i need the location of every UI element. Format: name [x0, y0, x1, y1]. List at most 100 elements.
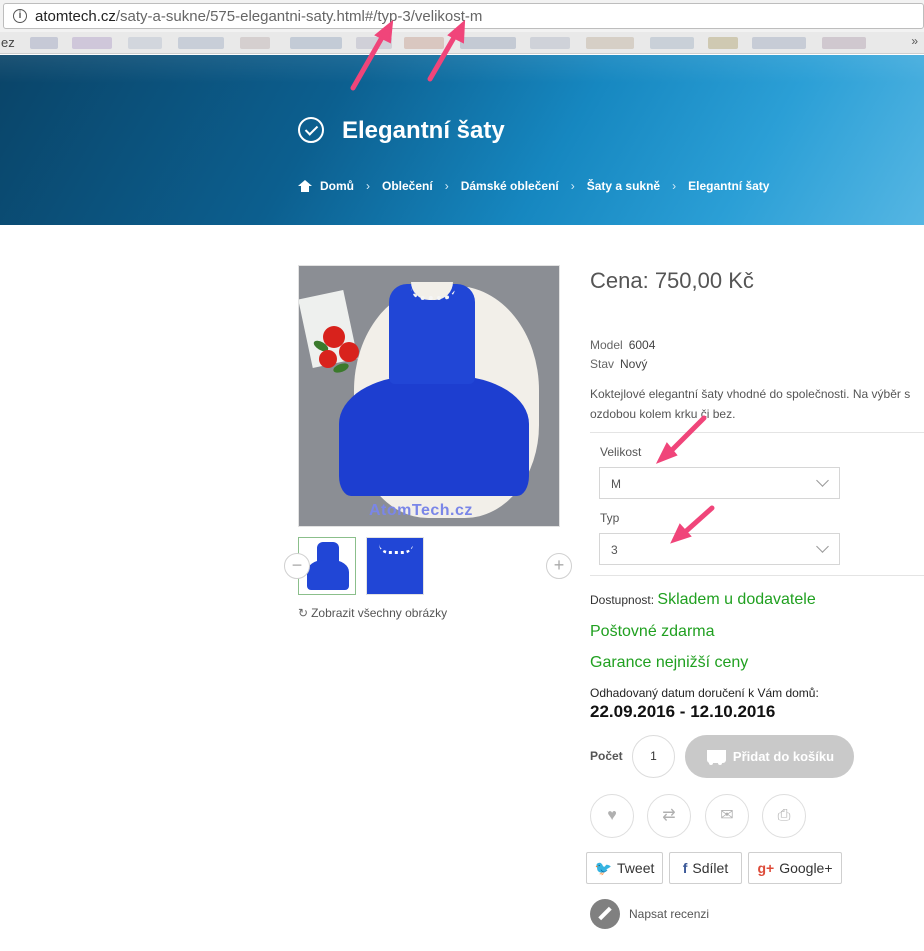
image-dress-collar [411, 288, 455, 300]
product-price: Cena: 750,00 Kč [590, 268, 754, 293]
thumbnail-collar [379, 544, 413, 554]
add-to-cart-button[interactable]: Přidat do košíku [685, 735, 854, 778]
google-plus-share-button[interactable]: g+ Google+ [748, 852, 842, 884]
condition-row: Stav Nový [590, 357, 647, 371]
divider [590, 575, 924, 576]
page-title: Elegantní šaty [342, 117, 505, 144]
breadcrumb-chevron-icon: › [444, 179, 449, 193]
print-icon: ⎙ [777, 807, 791, 824]
blurred-bookmark[interactable] [530, 37, 570, 49]
show-all-images-link[interactable]: ↻ Zobrazit všechny obrázky [298, 606, 447, 620]
google-plus-icon: g+ [757, 860, 775, 876]
blurred-bookmark[interactable] [822, 37, 866, 49]
model-value: 6004 [628, 338, 656, 352]
blurred-bookmark[interactable] [356, 37, 392, 49]
add-to-cart-label: Přidat do košíku [732, 749, 835, 764]
breadcrumb-item-home[interactable]: Domů [320, 179, 354, 193]
size-select[interactable]: M [599, 467, 840, 499]
thumbnail-prev-button[interactable]: − [284, 553, 310, 579]
type-select-value: 3 [611, 543, 618, 557]
facebook-share-button[interactable]: f Sdílet [669, 852, 742, 884]
breadcrumb-item-clothing[interactable]: Oblečení [382, 179, 433, 193]
facebook-share-label: Sdílet [692, 860, 729, 876]
blurred-bookmark[interactable] [404, 37, 444, 49]
browser-url-bar: i atomtech.cz/saty-a-sukne/575-elegantni… [0, 0, 924, 32]
info-icon[interactable]: i [13, 9, 27, 23]
pencil-icon [590, 899, 620, 929]
url-text[interactable]: atomtech.cz/saty-a-sukne/575-elegantni-s… [35, 8, 482, 26]
page-header-banner: Elegantní šaty Domů › Oblečení › Dámské … [0, 55, 924, 225]
model-row: Model 6004 [590, 338, 655, 352]
condition-value: Nový [620, 357, 648, 371]
breadcrumb-item-current: Elegantní šaty [688, 179, 770, 193]
availability-row: Dostupnost: Skladem u dodavatele [590, 591, 816, 609]
image-dress-skirt [339, 376, 529, 496]
divider [590, 432, 924, 433]
breadcrumb-chevron-icon: › [570, 179, 575, 193]
breadcrumb: Domů › Oblečení › Dámské oblečení › Šaty… [298, 178, 769, 194]
blurred-bookmark[interactable] [178, 37, 224, 49]
free-shipping-text: Poštovné zdarma [590, 623, 715, 640]
size-select-value: M [611, 477, 621, 491]
image-watermark: AtomTech.cz [369, 502, 473, 519]
breadcrumb-item-dresses[interactable]: Šaty a sukně [587, 179, 660, 193]
blurred-bookmark[interactable] [708, 37, 738, 49]
twitter-icon: 🐦 [594, 859, 613, 876]
blurred-bookmark[interactable] [72, 37, 112, 49]
double-chevron-right-icon[interactable]: » [911, 34, 918, 48]
image-rose [339, 342, 359, 362]
product-description: Koktejlové elegantní šaty vhodné do spol… [590, 387, 911, 421]
blurred-bookmark[interactable] [586, 37, 634, 49]
chevron-down-icon [816, 540, 829, 553]
wishlist-button[interactable]: ♥ [590, 794, 634, 838]
product-page: i atomtech.cz/saty-a-sukne/575-elegantni… [0, 0, 924, 951]
blurred-bookmark[interactable] [460, 37, 516, 49]
thumbnail-next-button[interactable]: + [546, 553, 572, 579]
print-button[interactable]: ⎙ [762, 794, 806, 838]
show-all-images-label: Zobrazit všechny obrázky [311, 606, 448, 620]
thumbnail-2[interactable] [366, 537, 424, 595]
annotation-arrow [655, 415, 707, 464]
quantity-input[interactable]: 1 [632, 735, 675, 778]
bookmarks-bar: ez » [0, 32, 924, 54]
blurred-bookmark[interactable] [752, 37, 806, 49]
blurred-bookmark[interactable] [650, 37, 694, 49]
address-field[interactable]: i atomtech.cz/saty-a-sukne/575-elegantni… [3, 3, 924, 29]
blurred-bookmark[interactable] [128, 37, 162, 49]
url-path: /saty-a-sukne/575-elegantni-saty.html#/t… [115, 8, 483, 25]
blurred-bookmark[interactable] [240, 37, 270, 49]
chevron-down-icon [816, 474, 829, 487]
condition-label: Stav [590, 357, 615, 371]
compare-button[interactable]: ⇄ [647, 794, 691, 838]
type-select[interactable]: 3 [599, 533, 840, 565]
product-main-image[interactable]: AtomTech.cz [298, 265, 560, 527]
availability-value: Skladem u dodavatele [657, 591, 816, 608]
breadcrumb-item-womens[interactable]: Dámské oblečení [461, 179, 559, 193]
url-host: atomtech.cz [35, 8, 116, 25]
bookmark-cut-label[interactable]: ez [1, 35, 15, 50]
email-button[interactable]: ✉ [705, 794, 749, 838]
cart-icon [705, 749, 726, 765]
twitter-share-button[interactable]: 🐦 Tweet [586, 852, 663, 884]
type-label: Typ [600, 511, 620, 525]
write-review-link[interactable]: Napsat recenzi [590, 899, 709, 929]
blurred-bookmark[interactable] [30, 37, 58, 49]
heart-icon: ♥ [607, 807, 617, 824]
size-label: Velikost [600, 445, 642, 459]
google-plus-share-label: Google+ [779, 860, 833, 876]
breadcrumb-chevron-icon: › [672, 179, 677, 193]
home-icon[interactable] [298, 180, 312, 192]
compare-icon: ⇄ [662, 807, 676, 824]
twitter-share-label: Tweet [617, 860, 655, 876]
image-rose [319, 350, 337, 368]
quantity-label: Počet [590, 749, 623, 763]
write-review-label: Napsat recenzi [629, 907, 710, 921]
check-circle-icon [298, 117, 324, 143]
facebook-icon: f [682, 860, 688, 876]
refresh-icon: ↻ [298, 606, 309, 620]
thumbnail-dress [307, 560, 349, 590]
model-label: Model [590, 338, 623, 352]
blurred-bookmark[interactable] [290, 37, 342, 49]
envelope-icon: ✉ [720, 807, 734, 824]
breadcrumb-chevron-icon: › [366, 179, 370, 193]
